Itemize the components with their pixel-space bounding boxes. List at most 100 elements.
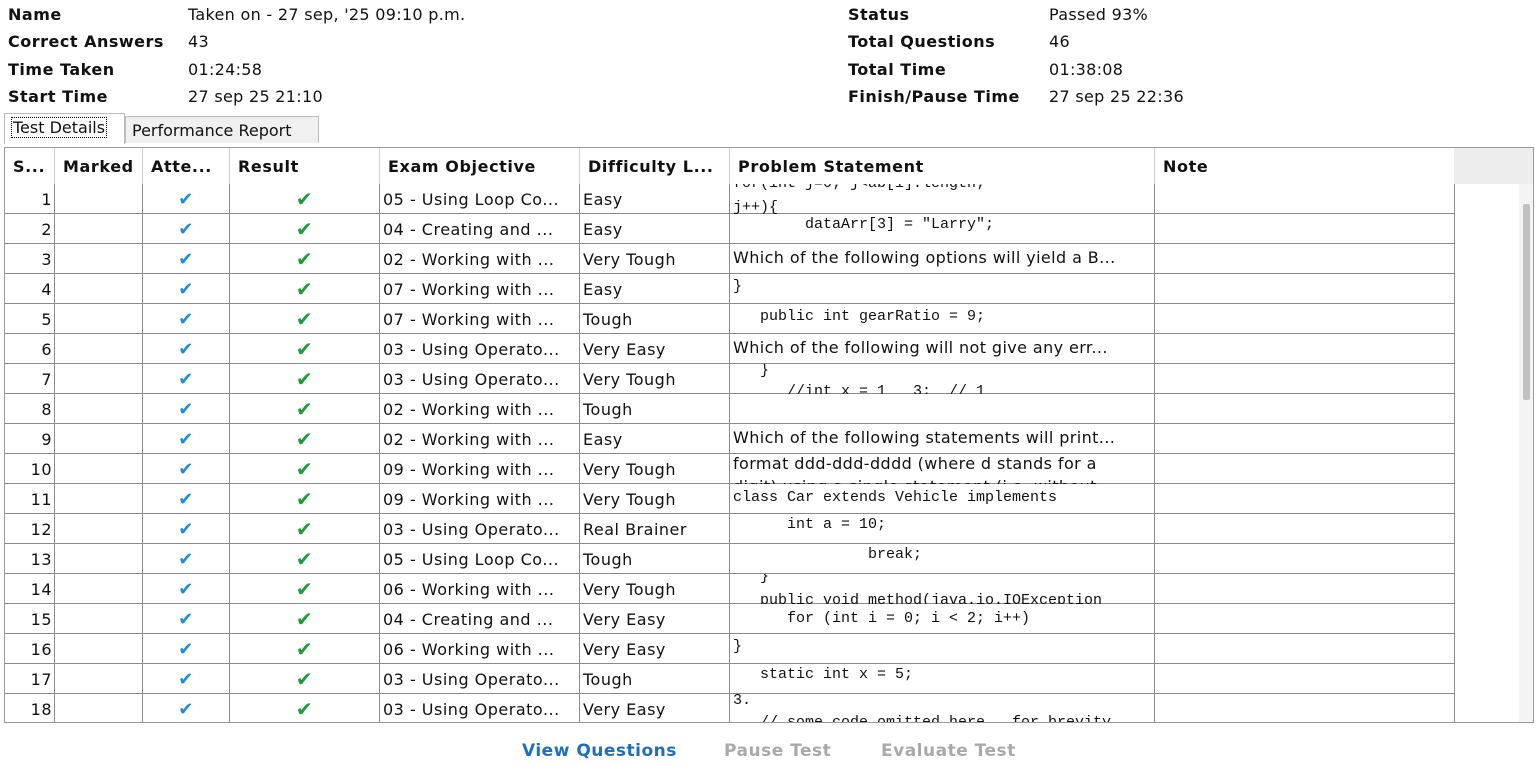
serial-number-cell: 8 [5,394,55,424]
problem-statement-cell: for(int j=0; j<ab[i].length; j++){ [730,184,1155,214]
exam-objective-cell: 02 - Working with ... [380,244,580,274]
serial-number-cell: 3 [5,244,55,274]
table-row[interactable]: 6 ✔ ✔ 03 - Using Operato... Very Easy Which o… [5,334,1455,364]
exam-objective-cell: 02 - Working with ... [380,424,580,454]
result-cell: ✔ [230,184,380,214]
problem-statement-text: for(int j=0; j<ab[i].length; [733,184,985,192]
attempted-cell: ✔ [143,364,230,394]
table-row[interactable]: 16 ✔ ✔ 06 - Working with ... Very Easy} [5,634,1455,664]
col-header-attempted[interactable]: Atte... [143,148,230,184]
attempted-cell: ✔ [143,424,230,454]
result-cell: ✔ [230,214,380,244]
name-value: Taken on - 27 sep, '25 09:10 p.m. [188,5,466,24]
col-header-result[interactable]: Result [230,148,380,184]
correct-check-icon: ✔ [295,367,314,391]
serial-number-cell: 1 [5,184,55,214]
attempted-check-icon: ✔ [178,308,194,330]
view-questions-button[interactable]: View Questions [522,736,677,766]
difficulty-cell: Tough [580,664,730,694]
result-cell: ✔ [230,664,380,694]
attempted-check-icon: ✔ [178,578,194,600]
marked-cell [55,274,143,304]
attempted-check-icon: ✔ [178,548,194,570]
evaluate-test-button[interactable]: Evaluate Test [881,736,1016,766]
serial-number-cell: 5 [5,304,55,334]
total-questions-value: 46 [1049,32,1070,51]
correct-check-icon: ✔ [295,487,314,511]
col-header-note[interactable]: Note [1155,148,1455,184]
note-cell [1155,394,1455,424]
problem-statement-text: public void method(java.io.IOException [733,592,1103,604]
table-row[interactable]: 14 ✔ ✔ 06 - Working with ... Very Tough } pu… [5,574,1455,604]
table-row[interactable]: 5 ✔ ✔ 07 - Working with ... Tough public int… [5,304,1455,334]
result-cell: ✔ [230,304,380,334]
table-row[interactable]: 4 ✔ ✔ 07 - Working with ... Easy} [5,274,1455,304]
exam-objective-cell: 03 - Using Operato... [380,334,580,364]
marked-cell [55,454,143,484]
marked-cell [55,694,143,722]
table-row[interactable]: 13 ✔ ✔ 05 - Using Loop Co... Tough break; [5,544,1455,574]
problem-statement-cell: } public void method(java.io.IOException [730,574,1155,604]
attempted-cell: ✔ [143,574,230,604]
problem-statement-text: } [733,278,743,295]
table-row[interactable]: 9 ✔ ✔ 02 - Working with ... Easy Which of the… [5,424,1455,454]
difficulty-cell: Very Easy [580,634,730,664]
attempted-check-icon: ✔ [178,218,194,240]
table-row[interactable]: 15 ✔ ✔ 04 - Creating and ... Very Easy for (… [5,604,1455,634]
difficulty-cell: Easy [580,214,730,244]
attempted-check-icon: ✔ [178,698,194,720]
table-row[interactable]: 8 ✔ ✔ 02 - Working with ... Tough [5,394,1455,424]
table-row[interactable]: 12 ✔ ✔ 03 - Using Operato... Real Brainer in… [5,514,1455,544]
problem-statement-text: digit) using a single statement (i.e. wi… [733,477,1097,484]
note-cell [1155,664,1455,694]
note-cell [1155,634,1455,664]
tab-test-details[interactable]: Test Details [4,113,125,144]
col-header-difficulty[interactable]: Difficulty L... [580,148,730,184]
problem-statement-cell: class Car extends Vehicle implements [730,484,1155,514]
table-row[interactable]: 10 ✔ ✔ 09 - Working with ... Very Tough forma… [5,454,1455,484]
difficulty-cell: Very Tough [580,574,730,604]
table-row[interactable]: 7 ✔ ✔ 03 - Using Operato... Very Tough } //i… [5,364,1455,394]
attempted-cell: ✔ [143,454,230,484]
scrollbar-thumb[interactable] [1523,204,1530,400]
serial-number-cell: 12 [5,514,55,544]
attempted-check-icon: ✔ [178,488,194,510]
col-header-serial[interactable]: S... [5,148,55,184]
problem-statement-text: // some code omitted here...for brevity [733,714,1112,723]
difficulty-cell: Easy [580,184,730,214]
tab-performance-report[interactable]: Performance Report [125,116,319,143]
table-row[interactable]: 17 ✔ ✔ 03 - Using Operato... Tough static in… [5,664,1455,694]
finish-time-label: Finish/Pause Time [848,87,1020,106]
vertical-scrollbar[interactable] [1519,184,1533,722]
table-row[interactable]: 1 ✔ ✔ 05 - Using Loop Co...Easyfor(int j=0;… [5,184,1455,214]
serial-number-cell: 7 [5,364,55,394]
problem-statement-cell: break; [730,544,1155,574]
correct-check-icon: ✔ [295,217,314,241]
exam-objective-cell: 05 - Using Loop Co... [380,544,580,574]
difficulty-cell: Real Brainer [580,514,730,544]
attempted-cell: ✔ [143,334,230,364]
col-header-exam-objective[interactable]: Exam Objective [380,148,580,184]
note-cell [1155,364,1455,394]
table-row[interactable]: 18 ✔ ✔ 03 - Using Operato... Very Easy 3. // … [5,694,1455,723]
serial-number-cell: 6 [5,334,55,364]
problem-statement-cell: } //int x = 1___3; // 1 [730,364,1155,394]
result-cell: ✔ [230,604,380,634]
result-cell: ✔ [230,694,380,722]
status-label: Status [848,5,910,24]
result-cell: ✔ [230,484,380,514]
pause-test-button[interactable]: Pause Test [724,736,831,766]
serial-number-cell: 15 [5,604,55,634]
difficulty-cell: Very Easy [580,334,730,364]
correct-answers-label: Correct Answers [8,32,164,51]
problem-statement-text: } [733,638,743,655]
table-row[interactable]: 3 ✔ ✔ 02 - Working with ... Very Tough Which … [5,244,1455,274]
problem-statement-text: for (int i = 0; i < 2; i++) [733,610,1031,627]
attempted-cell: ✔ [143,394,230,424]
correct-check-icon: ✔ [295,187,314,211]
col-header-marked[interactable]: Marked [55,148,143,184]
col-header-problem-statement[interactable]: Problem Statement [730,148,1155,184]
attempted-cell: ✔ [143,184,230,214]
table-row[interactable]: 11 ✔ ✔ 09 - Working with ... Very Tough class… [5,484,1455,514]
table-row[interactable]: 2 ✔ ✔ 04 - Creating and ... Easy dataArr[3] … [5,214,1455,244]
